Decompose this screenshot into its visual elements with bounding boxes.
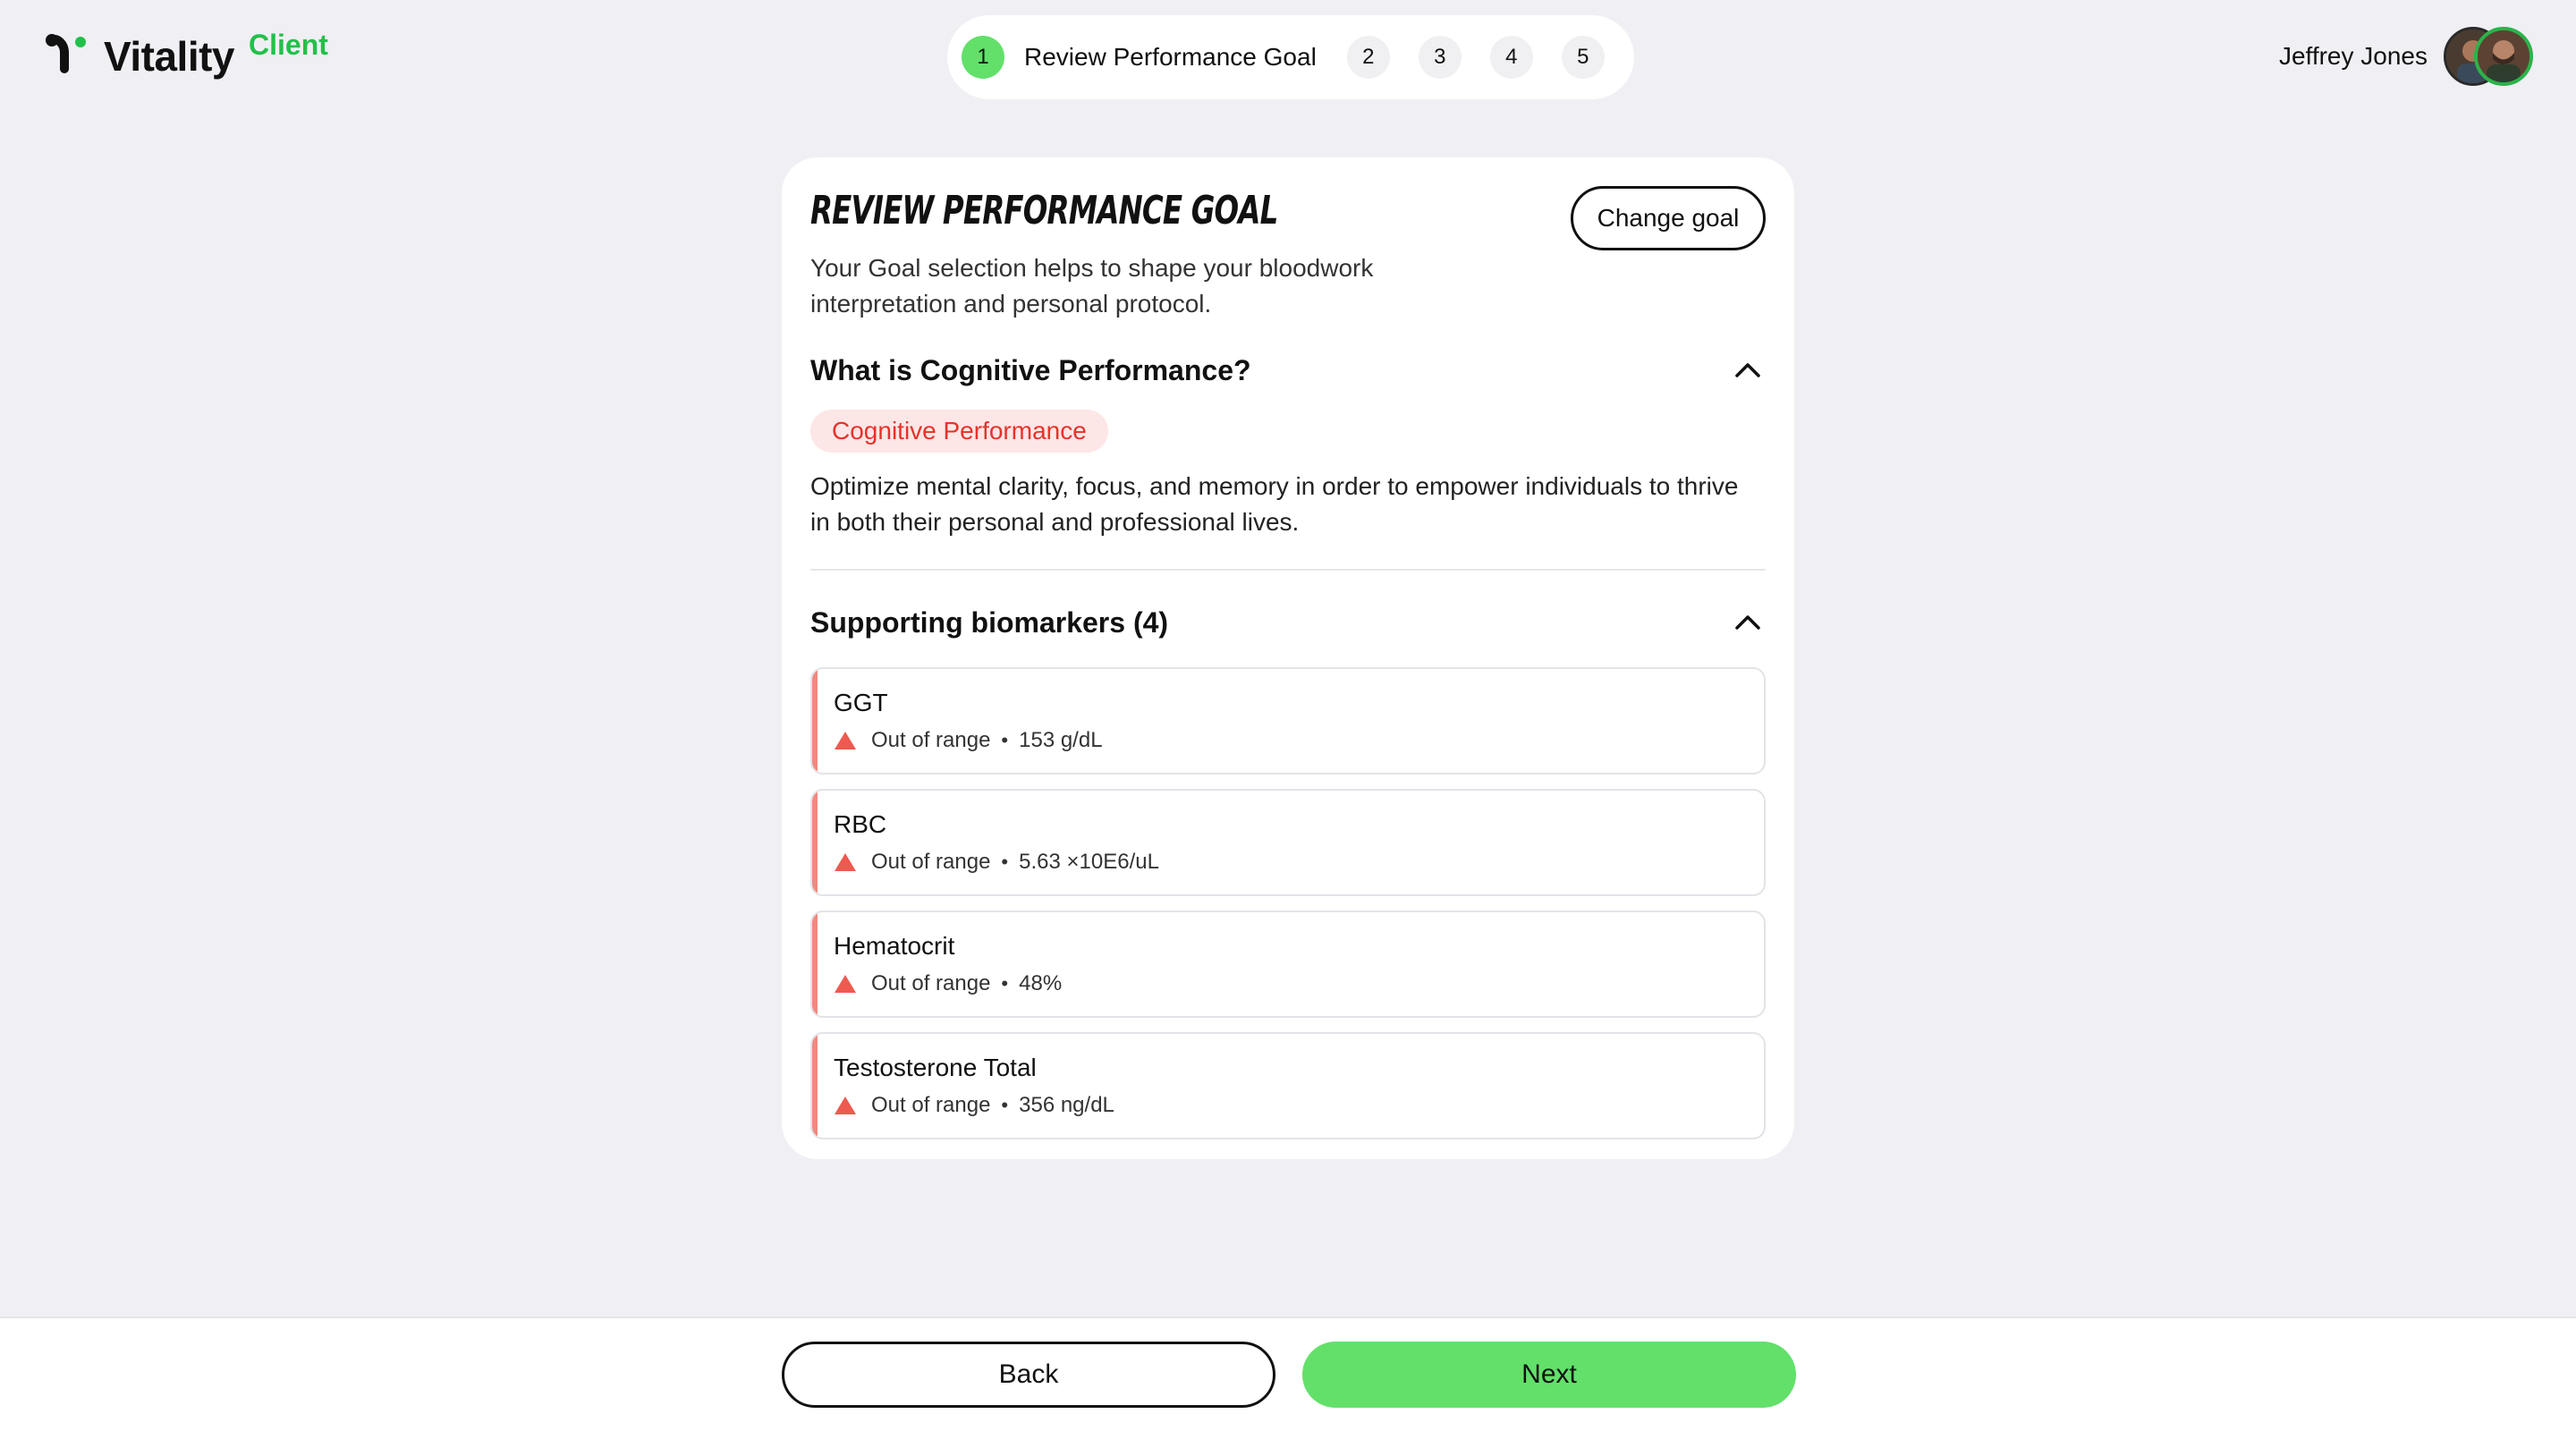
status-text: Out of range: [871, 1093, 991, 1118]
biomarker-status: Out of range • 48%: [834, 971, 1764, 996]
user-name: Jeffrey Jones: [2278, 42, 2428, 70]
goal-card: REVIEW PERFORMANCE GOAL Change goal Your…: [782, 157, 1794, 1159]
app-variant: Client: [249, 28, 328, 61]
change-goal-button[interactable]: Change goal: [1571, 186, 1766, 250]
biomarker-status: Out of range • 153 g/dL: [834, 728, 1764, 753]
biomarker-status: Out of range • 5.63 ×10E6/uL: [834, 850, 1764, 875]
page-title: REVIEW PERFORMANCE GOAL: [810, 188, 1278, 233]
step-3[interactable]: 3: [1418, 36, 1462, 79]
biomarker-name: GGT: [834, 689, 888, 717]
separator-dot: •: [1001, 729, 1009, 752]
separator-dot: •: [1001, 851, 1009, 874]
next-button[interactable]: Next: [1302, 1342, 1796, 1408]
page-subtitle: Your Goal selection helps to shape your …: [810, 254, 1374, 318]
app-name: Vitality: [104, 33, 235, 80]
biomarker-list: GGT Out of range • 153 g/dL RBC Out of r…: [810, 667, 1766, 1140]
goal-tag: Cognitive Performance: [810, 410, 1108, 453]
step-4[interactable]: 4: [1489, 36, 1533, 79]
divider: [810, 569, 1766, 572]
separator-dot: •: [1001, 972, 1009, 995]
status-text: Out of range: [871, 850, 991, 875]
warning-triangle-icon: [835, 853, 856, 872]
warning-triangle-icon: [835, 1097, 856, 1115]
status-text: Out of range: [871, 971, 991, 996]
biomarker-value: 356 ng/dL: [1019, 1093, 1114, 1118]
avatar: [2474, 27, 2533, 86]
biomarker-name: RBC: [834, 810, 887, 839]
biomarker-item-ggt[interactable]: GGT Out of range • 153 g/dL: [810, 667, 1766, 775]
app-logo[interactable]: Vitality Client: [45, 28, 328, 80]
biomarker-status: Out of range • 356 ng/dL: [834, 1093, 1764, 1118]
biomarkers-section-header[interactable]: Supporting biomarkers (4): [810, 605, 1766, 640]
biomarkers-title: Supporting biomarkers (4): [810, 605, 1169, 639]
biomarker-item-testosterone-total[interactable]: Testosterone Total Out of range • 356 ng…: [810, 1032, 1766, 1140]
biomarker-item-hematocrit[interactable]: Hematocrit Out of range • 48%: [810, 910, 1766, 1019]
what-is-section-header[interactable]: What is Cognitive Performance?: [810, 352, 1766, 388]
active-step-label: Review Performance Goal: [1024, 43, 1317, 71]
biomarker-value: 48%: [1019, 971, 1063, 996]
goal-description: Optimize mental clarity, focus, and memo…: [810, 472, 1739, 537]
biomarker-name: Testosterone Total: [834, 1054, 1037, 1082]
step-5[interactable]: 5: [1561, 36, 1605, 79]
biomarker-value: 5.63 ×10E6/uL: [1019, 850, 1159, 875]
back-button[interactable]: Back: [782, 1342, 1275, 1408]
footer-bar: Back Next: [0, 1317, 2576, 1431]
what-is-title: What is Cognitive Performance?: [810, 353, 1251, 386]
biomarker-item-rbc[interactable]: RBC Out of range • 5.63 ×10E6/uL: [810, 789, 1766, 897]
progress-stepper: 1 Review Performance Goal 2 3 4 5: [947, 15, 1634, 99]
chevron-up-icon[interactable]: [1730, 352, 1766, 388]
status-text: Out of range: [871, 728, 991, 753]
chevron-up-icon[interactable]: [1730, 605, 1766, 640]
step-2[interactable]: 2: [1346, 36, 1390, 79]
avatar-group[interactable]: [2444, 27, 2533, 86]
vitality-logo-icon: [45, 33, 93, 80]
warning-triangle-icon: [835, 975, 856, 994]
biomarker-name: Hematocrit: [834, 932, 955, 961]
separator-dot: •: [1001, 1094, 1009, 1117]
step-1[interactable]: 1: [962, 36, 1004, 79]
warning-triangle-icon: [835, 732, 856, 750]
user-menu[interactable]: Jeffrey Jones: [2279, 27, 2533, 86]
biomarker-value: 153 g/dL: [1019, 728, 1103, 753]
